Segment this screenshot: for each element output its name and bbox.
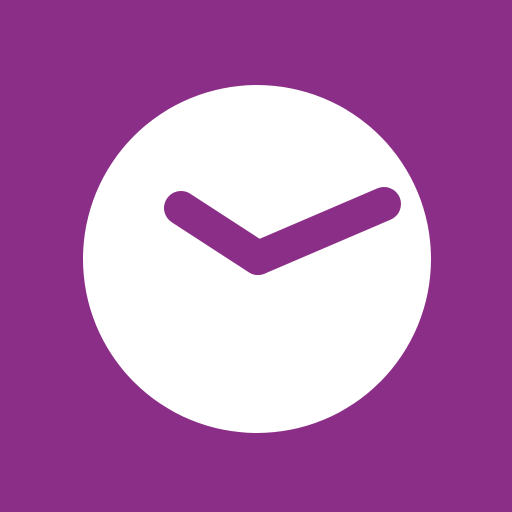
clock-icon (0, 0, 512, 512)
clock-app-icon[interactable] (0, 0, 512, 512)
